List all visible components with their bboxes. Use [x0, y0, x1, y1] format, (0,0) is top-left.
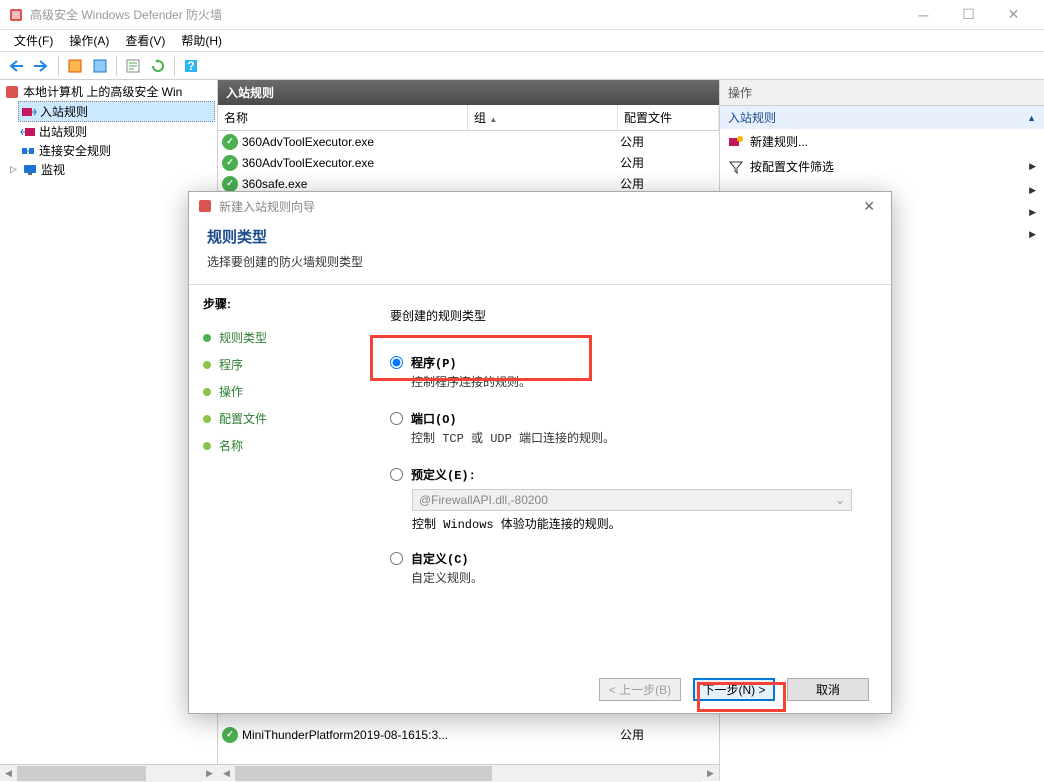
expand-icon[interactable]: ▷ [8, 164, 19, 175]
forward-button[interactable] [31, 55, 53, 77]
back-button[interactable] [6, 55, 28, 77]
tree-inbound[interactable]: 入站规则 [18, 101, 215, 122]
toolbar: ? [0, 52, 1044, 80]
allow-icon: ✓ [222, 155, 238, 171]
list-row[interactable]: ✓ MiniThunderPlatform2019-08-1615:3... 公… [218, 724, 719, 745]
dropdown-icon: ⌄ [835, 493, 845, 507]
menu-view[interactable]: 查看(V) [117, 30, 173, 51]
inbound-icon [21, 104, 37, 120]
toolbar-icon-1[interactable] [64, 55, 86, 77]
step-name[interactable]: 名称 [203, 432, 350, 459]
col-name[interactable]: 名称 [218, 105, 468, 130]
filter-icon [728, 159, 744, 175]
tree-hscroll[interactable]: ◀▶ [0, 764, 218, 781]
close-button[interactable]: ✕ [991, 1, 1036, 29]
step-program[interactable]: 程序 [203, 351, 350, 378]
toolbar-icon-3[interactable] [122, 55, 144, 77]
toolbar-icon-2[interactable] [89, 55, 111, 77]
window-title: 高级安全 Windows Defender 防火墙 [30, 6, 222, 23]
wizard-close-button[interactable]: ✕ [855, 198, 883, 215]
radio-custom[interactable]: 自定义(C) 自定义规则。 [390, 548, 865, 588]
col-profile[interactable]: 配置文件 [618, 105, 719, 130]
wizard-titlebar: 新建入站规则向导 ✕ [189, 192, 891, 220]
wizard-subheading: 选择要创建的防火墙规则类型 [207, 253, 873, 270]
minimize-button[interactable]: ─ [901, 1, 946, 29]
cancel-button[interactable]: 取消 [787, 678, 869, 701]
tree-pane: 本地计算机 上的高级安全 Win 入站规则 出站规则 连接安全规则 ▷ 监视 [0, 80, 218, 781]
monitor-icon [22, 162, 38, 178]
radio-custom-input[interactable] [390, 552, 403, 565]
wizard-footer: < 上一步(B) 下一步(N) > 取消 [189, 665, 891, 713]
maximize-button[interactable]: ☐ [946, 1, 991, 29]
outbound-icon [20, 124, 36, 140]
collapse-icon: ▲ [1027, 113, 1036, 123]
radio-predefined[interactable]: 预定义(E): [390, 464, 865, 485]
wizard-steps: 步骤: 规则类型 程序 操作 配置文件 名称 [189, 285, 364, 665]
radio-predefined-input[interactable] [390, 468, 403, 481]
tree-connsec[interactable]: 连接安全规则 [18, 141, 215, 160]
wizard-header: 规则类型 选择要创建的防火墙规则类型 [189, 220, 891, 284]
menu-file[interactable]: 文件(F) [6, 30, 61, 51]
tree-root[interactable]: 本地计算机 上的高级安全 Win [2, 82, 215, 101]
menu-action[interactable]: 操作(A) [61, 30, 117, 51]
step-rule-type[interactable]: 规则类型 [203, 324, 350, 351]
allow-icon: ✓ [222, 727, 238, 743]
wizard-dialog: 新建入站规则向导 ✕ 规则类型 选择要创建的防火墙规则类型 步骤: 规则类型 程… [188, 191, 892, 714]
chevron-right-icon: ▶ [1029, 161, 1036, 172]
allow-icon: ✓ [222, 176, 238, 192]
radio-program-input[interactable] [390, 356, 403, 369]
step-profile[interactable]: 配置文件 [203, 405, 350, 432]
center-header: 入站规则 [218, 80, 719, 105]
wizard-prompt: 要创建的规则类型 [390, 307, 865, 324]
list-header: 名称 组 ▲ 配置文件 [218, 105, 719, 131]
wizard-title: 新建入站规则向导 [219, 198, 315, 215]
radio-program[interactable]: 程序(P) 控制程序连接的规则。 [390, 352, 865, 392]
back-button: < 上一步(B) [599, 678, 681, 701]
refresh-button[interactable] [147, 55, 169, 77]
help-button[interactable]: ? [180, 55, 202, 77]
action-new-rule[interactable]: 新建规则... [720, 129, 1044, 154]
title-bar: 高级安全 Windows Defender 防火墙 ─ ☐ ✕ [0, 0, 1044, 30]
col-group[interactable]: 组 ▲ [468, 105, 618, 130]
radio-port[interactable]: 端口(O) 控制 TCP 或 UDP 端口连接的规则。 [390, 408, 865, 448]
step-action[interactable]: 操作 [203, 378, 350, 405]
tree-monitor[interactable]: ▷ 监视 [6, 160, 215, 179]
actions-section[interactable]: 入站规则 ▲ [720, 106, 1044, 129]
list-row[interactable]: ✓ 360AdvToolExecutor.exe 公用 [218, 152, 719, 173]
connsec-icon [20, 143, 36, 159]
new-rule-icon [728, 134, 744, 150]
wizard-content: 要创建的规则类型 程序(P) 控制程序连接的规则。 端口(O) 控制 TCP 或… [364, 285, 891, 665]
predefined-desc: 控制 Windows 体验功能连接的规则。 [412, 515, 865, 532]
next-button[interactable]: 下一步(N) > [693, 678, 775, 701]
actions-header: 操作 [720, 80, 1044, 106]
svg-text:?: ? [187, 59, 194, 73]
menu-help[interactable]: 帮助(H) [173, 30, 230, 51]
steps-label: 步骤: [203, 295, 350, 312]
menu-bar: 文件(F) 操作(A) 查看(V) 帮助(H) [0, 30, 1044, 52]
center-hscroll[interactable]: ◀▶ [218, 764, 719, 781]
allow-icon: ✓ [222, 134, 238, 150]
list-row[interactable]: ✓ 360AdvToolExecutor.exe 公用 [218, 131, 719, 152]
firewall-icon [4, 84, 20, 100]
radio-port-input[interactable] [390, 412, 403, 425]
action-filter-profile[interactable]: 按配置文件筛选 ▶ [720, 154, 1044, 179]
sort-arrow-icon: ▲ [489, 115, 497, 124]
wizard-heading: 规则类型 [207, 226, 873, 247]
app-icon [8, 7, 24, 23]
predefined-combo: @FirewallAPI.dll,-80200 ⌄ [412, 489, 852, 511]
tree-outbound[interactable]: 出站规则 [18, 122, 215, 141]
wizard-icon [197, 198, 213, 214]
